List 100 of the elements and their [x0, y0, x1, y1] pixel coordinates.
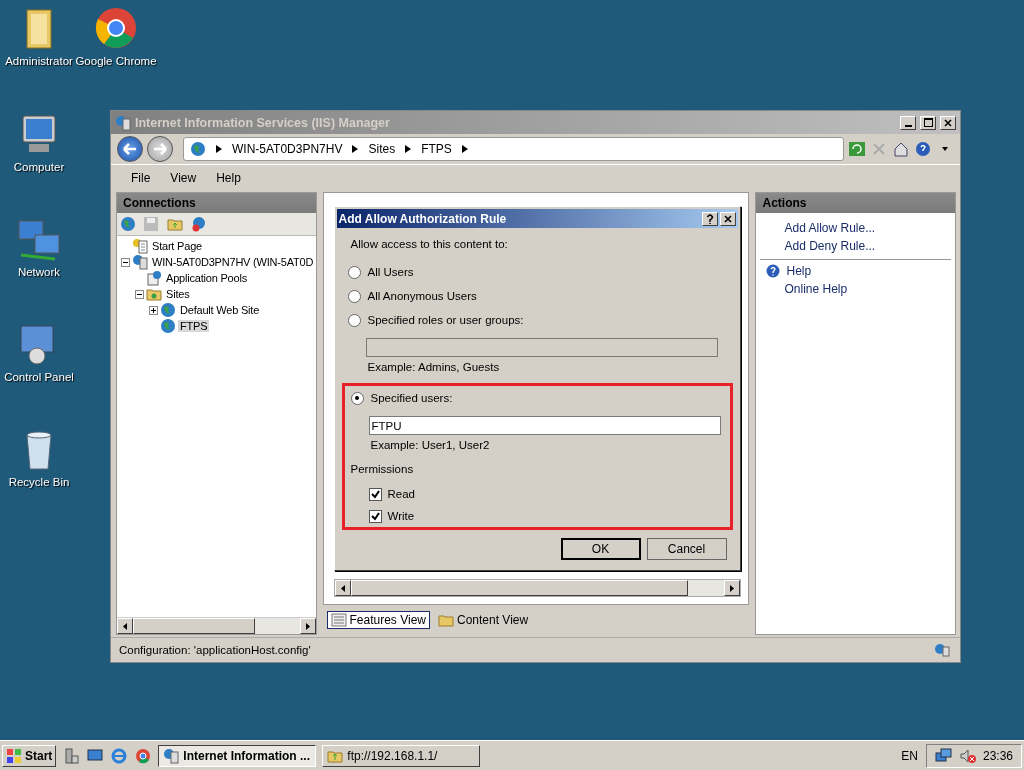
- globe-icon: [190, 141, 206, 157]
- server-manager-icon[interactable]: [62, 746, 81, 765]
- desktop-icon-label[interactable]: Network: [17, 266, 61, 278]
- checkbox-label: Write: [387, 510, 415, 522]
- radio-button[interactable]: [350, 391, 364, 405]
- left-arrow-icon: [340, 584, 345, 592]
- action-link[interactable]: Help: [786, 264, 812, 278]
- folder-icon: [438, 613, 454, 627]
- breadcrumb-item[interactable]: Sites: [368, 142, 396, 156]
- tree-item[interactable]: Start Page: [150, 240, 204, 252]
- radio-button[interactable]: [347, 313, 361, 327]
- action-link[interactable]: Add Deny Rule...: [784, 239, 876, 253]
- breadcrumb-item[interactable]: WIN-5AT0D3PN7HV: [232, 142, 343, 156]
- window-title: Internet Information Services (IIS) Manager: [135, 115, 391, 130]
- example-text: Example: Admins, Guests: [367, 361, 501, 373]
- maximize-icon: [923, 118, 933, 127]
- close-icon: [723, 214, 732, 223]
- checkbox[interactable]: [368, 509, 382, 523]
- start-button[interactable]: Start: [2, 744, 57, 767]
- disconnect-icon[interactable]: [190, 215, 208, 233]
- scroll-left-button[interactable]: [117, 618, 133, 634]
- view-tab[interactable]: Features View: [326, 611, 430, 629]
- option-label: All Users: [367, 266, 414, 278]
- panel-header: Connections: [117, 193, 316, 213]
- action-link[interactable]: Online Help: [784, 282, 848, 296]
- forward-button[interactable]: [147, 136, 173, 162]
- tree-item[interactable]: Sites: [164, 288, 192, 300]
- taskbar-button[interactable]: ftp://192.168.1.1/: [322, 744, 481, 767]
- desktop-icon-label[interactable]: Computer: [13, 161, 65, 173]
- horizontal-scrollbar[interactable]: [333, 579, 741, 597]
- collapse-toggle[interactable]: [135, 289, 144, 299]
- scroll-right-button[interactable]: [723, 580, 740, 596]
- breadcrumb-item[interactable]: FTPS: [421, 142, 452, 156]
- tree-item[interactable]: WIN-5AT0D3PN7HV (WIN-5AT0D: [150, 256, 316, 268]
- option-label: Specified roles or user groups:: [367, 314, 524, 326]
- windows-logo-icon: [6, 747, 22, 764]
- panel-header: Actions: [756, 193, 955, 213]
- browser-icon[interactable]: [134, 746, 153, 765]
- app-pool-icon: [146, 270, 162, 286]
- desktop-icon-label[interactable]: Recycle Bin: [8, 476, 70, 488]
- server-icon: [132, 254, 148, 270]
- checkbox[interactable]: [368, 487, 382, 501]
- horizontal-scrollbar[interactable]: [117, 617, 316, 634]
- example-text: Example: User1, User2: [370, 439, 491, 451]
- address-bar[interactable]: WIN-5AT0D3PN7HV Sites FTPS: [183, 137, 844, 161]
- collapse-toggle[interactable]: [121, 257, 130, 267]
- dialog-button[interactable]: Cancel: [646, 538, 727, 560]
- view-tab[interactable]: Content View: [434, 611, 533, 629]
- home-icon[interactable]: [892, 140, 910, 158]
- menu-item[interactable]: View: [170, 170, 197, 185]
- network-icon[interactable]: [934, 747, 953, 764]
- folder-icon: [146, 286, 162, 302]
- tree-item[interactable]: Default Web Site: [178, 304, 262, 316]
- refresh-icon[interactable]: [848, 140, 866, 158]
- prompt-text: Allow access to this content to:: [350, 238, 509, 250]
- scroll-left-button[interactable]: [334, 580, 351, 596]
- question-mark-icon: [705, 213, 714, 224]
- checkbox-label: Read: [387, 488, 415, 500]
- taskbar-button[interactable]: Internet Information ...: [158, 744, 317, 767]
- close-button[interactable]: [719, 211, 736, 226]
- menu-item[interactable]: Help: [216, 170, 241, 185]
- expand-toggle[interactable]: [149, 305, 158, 315]
- muted-speaker-icon[interactable]: [958, 747, 977, 764]
- close-icon: [944, 118, 952, 127]
- desktop-icon-label[interactable]: Administrator: [5, 55, 73, 67]
- start-page-icon: [132, 238, 148, 254]
- input-field[interactable]: FTPU: [368, 416, 721, 435]
- back-button[interactable]: [117, 136, 143, 162]
- maximize-button[interactable]: [920, 115, 936, 130]
- menu-item[interactable]: File: [131, 170, 151, 185]
- scroll-right-button[interactable]: [299, 618, 316, 634]
- tree-item[interactable]: FTPS: [178, 320, 210, 332]
- radio-button[interactable]: [347, 289, 361, 303]
- forward-arrow-icon: [153, 143, 167, 155]
- breadcrumb-arrow-icon: [405, 145, 412, 153]
- tree-item[interactable]: Application Pools: [164, 272, 249, 284]
- option-label: All Anonymous Users: [367, 290, 477, 302]
- breadcrumb-arrow-icon: [352, 145, 359, 153]
- server-icon: [115, 114, 131, 131]
- breadcrumb-arrow-icon: [461, 145, 468, 153]
- desktop-icon-label[interactable]: Google Chrome: [75, 55, 157, 67]
- help-button[interactable]: [701, 211, 718, 226]
- globe-icon: [160, 302, 176, 318]
- dialog-button[interactable]: OK: [560, 538, 641, 560]
- server-icon: [163, 747, 180, 764]
- connect-globe-icon: [120, 216, 136, 232]
- close-button[interactable]: [940, 115, 956, 130]
- dialog-title: Add Allow Authorization Rule: [338, 211, 508, 226]
- action-link[interactable]: Add Allow Rule...: [784, 221, 876, 235]
- help-icon[interactable]: [914, 140, 932, 158]
- radio-button[interactable]: [347, 265, 361, 279]
- right-arrow-icon: [305, 622, 310, 630]
- help-icon: [766, 264, 781, 278]
- connection-status-icon: [934, 643, 952, 657]
- language-indicator[interactable]: EN: [901, 748, 918, 763]
- minimize-button[interactable]: [900, 115, 916, 130]
- desktop-icon-label[interactable]: Control Panel: [4, 371, 74, 383]
- scrollbar-thumb[interactable]: [350, 580, 688, 596]
- scrollbar-thumb[interactable]: [133, 618, 255, 634]
- browser-icon[interactable]: [110, 746, 129, 765]
